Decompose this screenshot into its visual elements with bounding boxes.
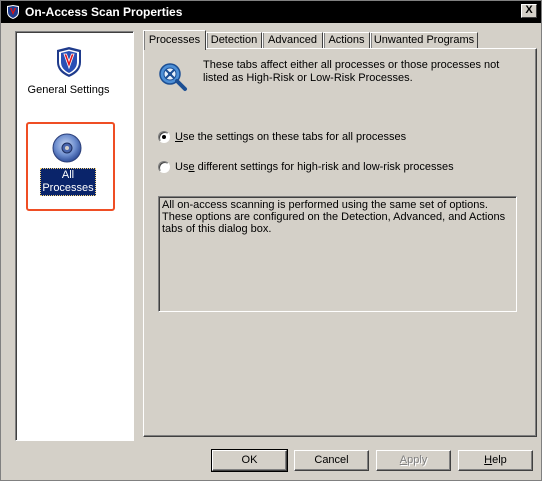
title-bar[interactable]: On-Access Scan Properties X <box>1 1 541 23</box>
wrench-magnifier-icon <box>159 63 187 91</box>
window-title: On-Access Scan Properties <box>25 5 183 19</box>
description-box: All on-access scanning is performed usin… <box>158 196 517 312</box>
nav-panel: General Settings All Processes <box>15 31 134 441</box>
nav-item-label: All Processes <box>40 168 96 196</box>
cancel-button[interactable]: Cancel <box>294 450 369 471</box>
shield-v-icon <box>7 5 19 19</box>
info-text: These tabs affect either all processes o… <box>203 59 500 84</box>
tab-processes[interactable]: Processes <box>143 30 206 50</box>
dialog-window: On-Access Scan Properties X General Sett… <box>0 0 542 481</box>
shield-v-icon <box>57 47 81 77</box>
close-button[interactable]: X <box>521 4 537 18</box>
tab-advanced[interactable]: Advanced <box>262 32 323 49</box>
radio-button[interactable] <box>158 161 170 173</box>
apply-button[interactable]: Apply <box>376 450 451 471</box>
nav-item-label: General Settings <box>27 84 110 96</box>
nav-item-general-settings[interactable]: General Settings <box>16 44 133 114</box>
nav-item-all-processes[interactable]: All Processes <box>16 132 133 202</box>
help-button[interactable]: Help <box>458 450 533 471</box>
radio-checked-dot <box>162 135 166 139</box>
tab-actions[interactable]: Actions <box>323 32 370 49</box>
ok-button[interactable]: OK <box>211 449 288 472</box>
tab-panel-processes: These tabs affect either all processes o… <box>143 48 537 437</box>
tab-unwanted-programs[interactable]: Unwanted Programs <box>370 32 478 49</box>
tab-detection[interactable]: Detection <box>206 32 262 49</box>
radio-label: Use the settings on these tabs for all p… <box>175 131 407 143</box>
radio-button[interactable] <box>158 131 170 143</box>
radio-label: Use different settings for high-risk and… <box>175 161 454 173</box>
disc-icon <box>52 133 82 163</box>
